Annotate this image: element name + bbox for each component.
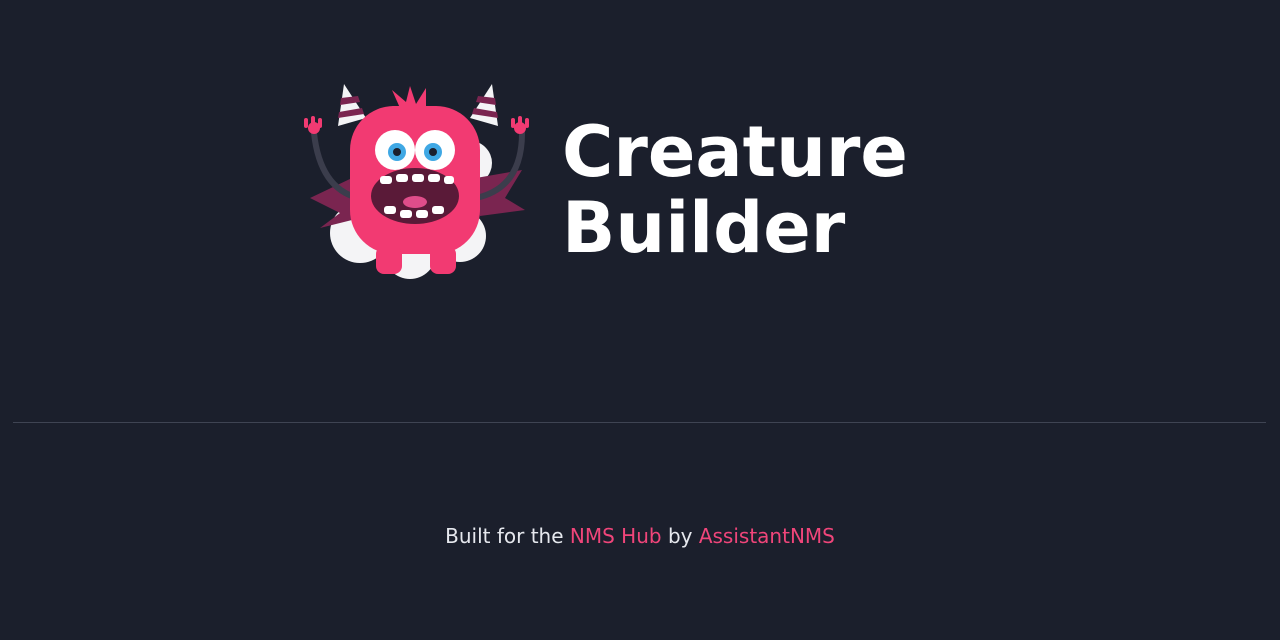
- page: Creature Builder Built for the NMS Hub b…: [0, 0, 1280, 640]
- assistantnms-link[interactable]: AssistantNMS: [699, 524, 835, 548]
- monster-mascot-icon: [304, 84, 529, 279]
- app-title-line-1: Creature: [562, 111, 908, 193]
- footer-by-text: by: [667, 524, 693, 548]
- app-title-line-2: Builder: [562, 187, 846, 269]
- divider: [13, 422, 1266, 423]
- app-title: Creature Builder: [562, 114, 908, 266]
- footer-credits: Built for the NMS Hub by AssistantNMS: [0, 522, 1280, 550]
- nms-hub-link[interactable]: NMS Hub: [570, 524, 662, 548]
- app-logo: Creature Builder: [300, 78, 980, 288]
- footer-prefix-text: Built for the: [445, 524, 564, 548]
